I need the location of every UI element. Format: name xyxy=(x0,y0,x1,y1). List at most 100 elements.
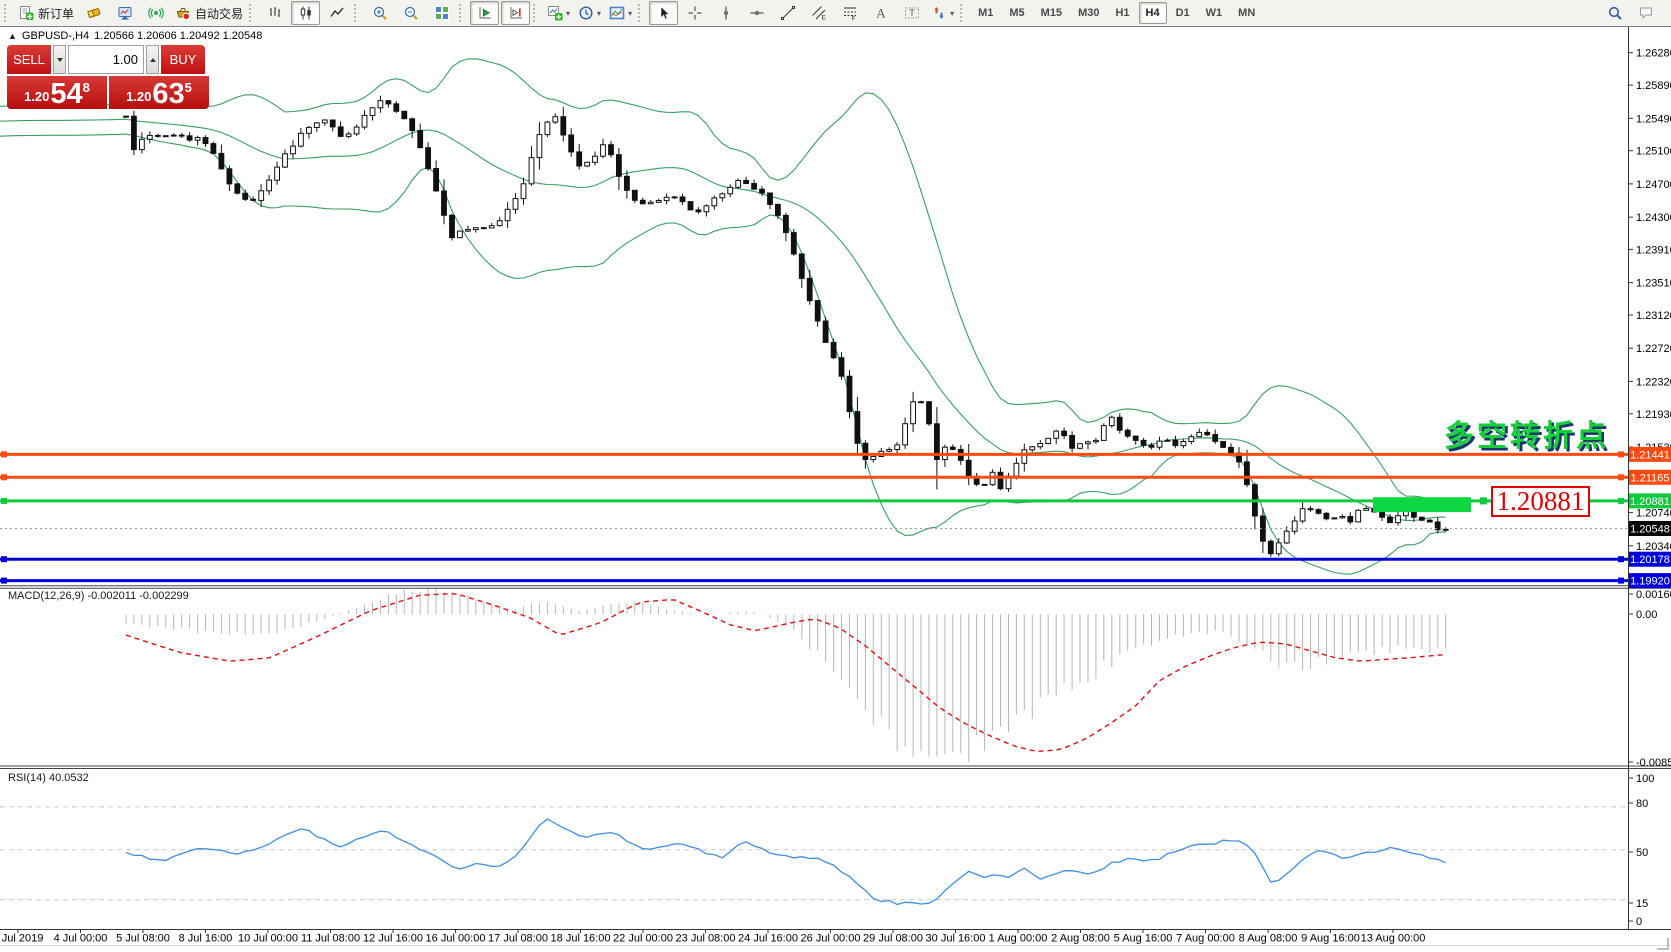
strategy-tester-button[interactable] xyxy=(110,1,139,25)
svg-text:1.20548: 1.20548 xyxy=(1630,524,1670,536)
one-click-trading-panel: SELL 1.00 BUY 1.20548 1.20635 xyxy=(7,45,209,109)
fibonacci-button[interactable]: F xyxy=(835,1,864,25)
svg-text:1.19920: 1.19920 xyxy=(1630,576,1670,588)
volume-input[interactable]: 1.00 xyxy=(68,45,144,74)
new-order-button[interactable]: 新订单 xyxy=(15,1,77,25)
crosshair-button[interactable] xyxy=(680,1,709,25)
svg-text:1.23120: 1.23120 xyxy=(1636,310,1671,322)
svg-text:1.21441: 1.21441 xyxy=(1630,449,1670,461)
timeframe-h4-button[interactable]: H4 xyxy=(1139,2,1167,24)
toolbar-group-grip xyxy=(533,4,539,22)
styler-button[interactable] xyxy=(79,1,108,25)
svg-text:22 Jul 00:00: 22 Jul 00:00 xyxy=(613,933,673,945)
signals-button[interactable] xyxy=(141,1,170,25)
chart-shift-icon xyxy=(508,5,524,21)
toolbar: 新订单自动交易▾▾▾EFAT▾ M1M5M15M30H1H4D1W1MN xyxy=(0,0,1671,27)
cursor-icon xyxy=(656,5,672,21)
svg-text:1.24700: 1.24700 xyxy=(1636,179,1671,191)
autotrading-button[interactable]: 自动交易 xyxy=(172,1,246,25)
sell-price-button[interactable]: 1.20548 xyxy=(7,76,107,109)
timeframe-m30-button[interactable]: M30 xyxy=(1071,2,1106,24)
bar-chart-button[interactable] xyxy=(260,1,289,25)
svg-text:1.20740: 1.20740 xyxy=(1636,508,1671,520)
svg-text:E: E xyxy=(821,15,826,22)
svg-text:F: F xyxy=(851,16,855,22)
zoom-in-button[interactable] xyxy=(365,1,394,25)
svg-text:1.25490: 1.25490 xyxy=(1636,113,1671,125)
svg-text:4 Jul 00:00: 4 Jul 00:00 xyxy=(54,933,108,945)
svg-text:0.001607: 0.001607 xyxy=(1636,589,1671,601)
resize-grip[interactable] xyxy=(1657,938,1669,950)
svg-text:29 Jul 08:00: 29 Jul 08:00 xyxy=(863,933,923,945)
svg-text:1 Aug 00:00: 1 Aug 00:00 xyxy=(989,933,1048,945)
svg-text:13 Aug 00:00: 13 Aug 00:00 xyxy=(1361,933,1426,945)
svg-text:5 Jul 08:00: 5 Jul 08:00 xyxy=(116,933,170,945)
svg-text:10 Jul 00:00: 10 Jul 00:00 xyxy=(238,933,298,945)
svg-text:2 Aug 08:00: 2 Aug 08:00 xyxy=(1051,933,1110,945)
svg-text:0: 0 xyxy=(1636,916,1642,928)
arrows-button[interactable]: ▾ xyxy=(928,1,957,25)
sell-button[interactable]: SELL xyxy=(7,45,51,74)
trendline-icon xyxy=(780,5,796,21)
svg-text:1.22720: 1.22720 xyxy=(1636,343,1671,355)
svg-text:11 Jul 08:00: 11 Jul 08:00 xyxy=(301,933,360,945)
chart-canvas[interactable]: 1.262801.258901.254901.251001.247001.243… xyxy=(0,27,1671,952)
chart-window: 1.262801.258901.254901.251001.247001.243… xyxy=(0,27,1671,952)
chevron-down-icon: ▾ xyxy=(628,9,632,18)
horizontal-line-icon xyxy=(749,5,765,21)
periods-button[interactable]: ▾ xyxy=(575,1,604,25)
chat-button[interactable] xyxy=(1631,1,1660,25)
chart-shift-button[interactable] xyxy=(501,1,530,25)
svg-text:100: 100 xyxy=(1636,773,1654,785)
timeframe-d1-button[interactable]: D1 xyxy=(1169,2,1197,24)
timeframe-m5-button[interactable]: M5 xyxy=(1002,2,1031,24)
line-chart-button[interactable] xyxy=(322,1,351,25)
macd-indicator-label: MACD(12,26,9) -0.002011 -0.002299 xyxy=(8,590,189,602)
cursor-button[interactable] xyxy=(649,1,678,25)
triangle-up-icon xyxy=(150,58,156,62)
templates-icon xyxy=(609,5,625,21)
equidistant-channel-button[interactable]: E xyxy=(804,1,833,25)
vertical-line-button[interactable] xyxy=(711,1,740,25)
volume-decrease-button[interactable] xyxy=(53,45,66,74)
timeframe-mn-button[interactable]: MN xyxy=(1231,2,1262,24)
fibonacci-icon: F xyxy=(842,5,858,21)
symbol-period-label: GBPUSD-,H4 xyxy=(22,30,89,42)
svg-text:1.20881: 1.20881 xyxy=(1630,496,1670,508)
toolbar-group-grip xyxy=(249,4,255,22)
crosshair-icon xyxy=(687,5,703,21)
auto-scroll-button[interactable] xyxy=(470,1,499,25)
svg-text:T: T xyxy=(909,8,915,18)
zoom-out-button[interactable] xyxy=(396,1,425,25)
templates-button[interactable]: ▾ xyxy=(606,1,635,25)
horizontal-line-button[interactable] xyxy=(742,1,771,25)
svg-text:15: 15 xyxy=(1636,898,1648,910)
svg-text:8 Aug 08:00: 8 Aug 08:00 xyxy=(1239,933,1298,945)
svg-text:1.23910: 1.23910 xyxy=(1636,244,1671,256)
new-chart-button[interactable]: ▾ xyxy=(544,1,573,25)
svg-text:18 Jul 16:00: 18 Jul 16:00 xyxy=(551,933,611,945)
text-icon: A xyxy=(873,5,889,21)
text-label-button[interactable]: T xyxy=(897,1,926,25)
svg-text:1.22320: 1.22320 xyxy=(1636,376,1671,388)
candlestick-icon xyxy=(298,5,314,21)
timeframe-m15-button[interactable]: M15 xyxy=(1034,2,1069,24)
svg-text:9 Aug 16:00: 9 Aug 16:00 xyxy=(1301,933,1360,945)
buy-button[interactable]: BUY xyxy=(161,45,205,74)
timeframe-m1-button[interactable]: M1 xyxy=(971,2,1000,24)
svg-text:1.23510: 1.23510 xyxy=(1636,278,1671,290)
text-button[interactable]: A xyxy=(866,1,895,25)
tile-windows-button[interactable] xyxy=(427,1,456,25)
chat-icon xyxy=(1638,5,1654,21)
buy-price-button[interactable]: 1.20635 xyxy=(109,76,209,109)
volume-increase-button[interactable] xyxy=(146,45,159,74)
trendline-button[interactable] xyxy=(773,1,802,25)
svg-text:1.21930: 1.21930 xyxy=(1636,409,1671,421)
search-button[interactable] xyxy=(1600,1,1629,25)
candlestick-chart-button[interactable] xyxy=(291,1,320,25)
search-icon xyxy=(1607,5,1623,21)
one-click-collapse-arrow[interactable]: ▲ xyxy=(8,31,17,41)
timeframe-h1-button[interactable]: H1 xyxy=(1108,2,1136,24)
svg-text:12 Jul 16:00: 12 Jul 16:00 xyxy=(363,933,423,945)
timeframe-w1-button[interactable]: W1 xyxy=(1199,2,1230,24)
